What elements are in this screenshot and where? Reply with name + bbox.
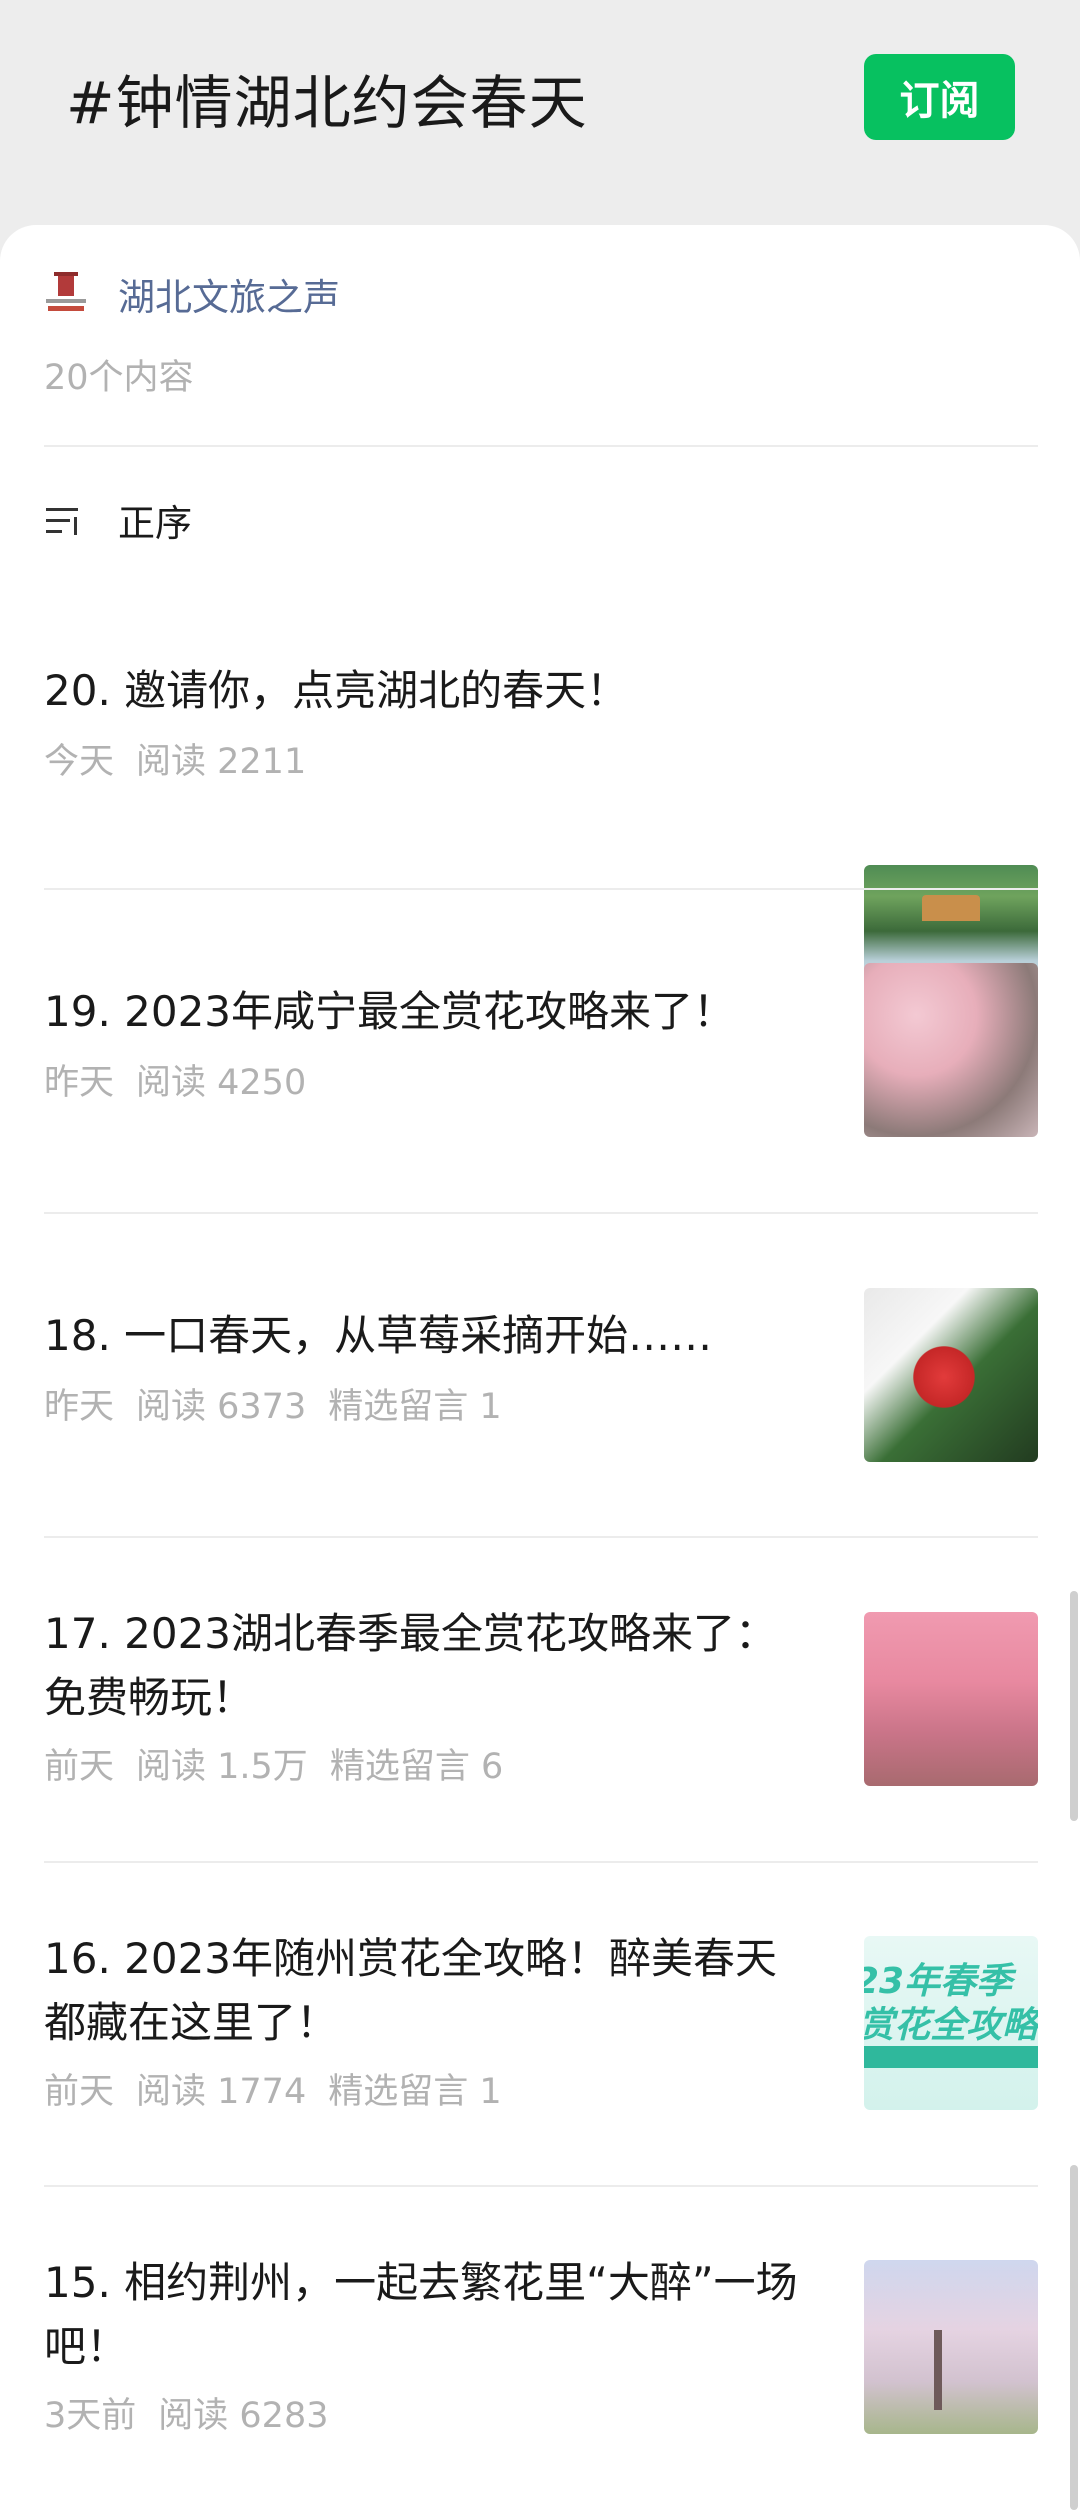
article-comments: 精选留言 6 xyxy=(329,1747,504,1787)
article-thumbnail[interactable] xyxy=(864,963,1038,1137)
article-meta: 昨天 阅读 6373 精选留言 1 xyxy=(44,1378,524,1429)
article-title[interactable]: 18. 一口春天，从草莓采摘开始…… xyxy=(44,1304,814,1368)
article-reads: 阅读 4250 xyxy=(136,1063,307,1103)
article-collection-page: #钟情湖北约会春天 订阅 湖北文旅之声 20个内容 正序 20. 邀请你，点亮湖… xyxy=(0,0,1080,2510)
article-thumbnail[interactable] xyxy=(864,1612,1038,1786)
article-meta: 前天 阅读 1.5万 精选留言 6 xyxy=(44,1738,525,1789)
content-card: 湖北文旅之声 20个内容 正序 20. 邀请你，点亮湖北的春天！ 今天 阅读 22… xyxy=(0,225,1080,2510)
article-reads: 阅读 6283 xyxy=(158,2396,329,2436)
header-bar: #钟情湖北约会春天 订阅 xyxy=(0,0,1080,225)
article-title[interactable]: 20. 邀请你，点亮湖北的春天！ xyxy=(44,659,814,723)
article-time: 今天 xyxy=(44,742,115,782)
article-reads: 阅读 6373 xyxy=(136,1387,307,1427)
article-comments: 精选留言 1 xyxy=(328,1387,502,1427)
article-comments: 精选留言 1 xyxy=(328,2072,502,2112)
article-title[interactable]: 19. 2023年咸宁最全赏花攻略来了！ xyxy=(44,980,814,1044)
article-meta: 今天 阅读 2211 xyxy=(44,733,328,784)
poster-text: 赏花全攻略 xyxy=(864,2005,1038,2046)
article-reads: 阅读 1774 xyxy=(136,2072,307,2112)
account-logo-icon xyxy=(44,272,88,316)
article-time: 前天 xyxy=(44,2072,115,2112)
article-meta: 3天前 阅读 6283 xyxy=(44,2387,350,2438)
article-reads: 阅读 2211 xyxy=(136,742,307,782)
sort-icon xyxy=(44,500,84,540)
article-time: 昨天 xyxy=(44,1387,115,1427)
sort-label: 正序 xyxy=(118,502,192,545)
account-name[interactable]: 湖北文旅之声 xyxy=(118,267,340,321)
article-thumbnail[interactable] xyxy=(864,2260,1038,2434)
sort-toggle[interactable]: 正序 xyxy=(44,493,192,547)
article-meta: 前天 阅读 1774 精选留言 1 xyxy=(44,2063,524,2114)
article-title[interactable]: 17. 2023湖北春季最全赏花攻略来了：免费畅玩！ xyxy=(44,1602,814,1730)
content-count: 20个内容 xyxy=(44,358,194,398)
subscribe-button[interactable]: 订阅 xyxy=(864,54,1015,140)
article-time: 前天 xyxy=(44,1747,115,1787)
poster-band xyxy=(864,2046,1038,2068)
divider xyxy=(44,445,1038,447)
scrollbar[interactable] xyxy=(1070,2165,1078,2510)
tag-title: #钟情湖北约会春天 xyxy=(66,69,588,137)
article-time: 3天前 xyxy=(44,2396,137,2436)
article-title[interactable]: 16. 2023年随州赏花全攻略！醉美春天都藏在这里了！ xyxy=(44,1927,814,2055)
article-thumbnail[interactable] xyxy=(864,1288,1038,1462)
scrollbar[interactable] xyxy=(1070,1591,1078,1821)
list-item[interactable]: 20. 邀请你，点亮湖北的春天！ 今天 阅读 2211 xyxy=(0,615,1080,1039)
article-title[interactable]: 15. 相约荆州，一起去繁花里“大醉”一场吧！ xyxy=(44,2251,814,2379)
article-time: 昨天 xyxy=(44,1063,115,1103)
article-thumbnail[interactable]: 23年春季 赏花全攻略 xyxy=(864,1936,1038,2110)
article-reads: 阅读 1.5万 xyxy=(136,1747,308,1787)
account-row[interactable]: 湖北文旅之声 xyxy=(44,267,340,321)
article-meta: 昨天 阅读 4250 xyxy=(44,1054,328,1105)
